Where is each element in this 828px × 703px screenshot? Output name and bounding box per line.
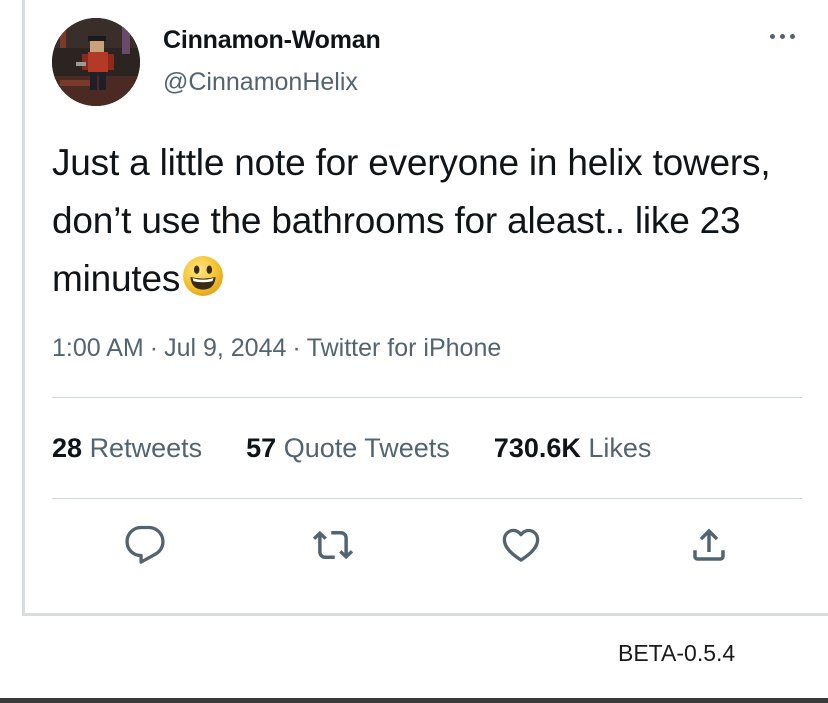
more-icon[interactable] [764,28,800,44]
tweet-meta: 1:00 AM · Jul 9, 2044 · Twitter for iPhone [52,334,501,363]
engagement-stats: 28 Retweets 57 Quote Tweets 730.6K Likes [52,433,695,464]
divider [52,397,802,398]
avatar[interactable] [52,18,140,106]
reply-icon [125,525,165,564]
retweet-icon [312,530,354,560]
action-bar [0,524,828,570]
like-button[interactable] [500,524,542,566]
separator: · [292,334,301,362]
likes-label: Likes [588,433,652,463]
divider [52,498,802,499]
grinning-face-emoji [183,256,224,296]
reply-button[interactable] [124,524,166,566]
quotes-count: 57 [246,433,277,463]
share-button[interactable] [688,524,730,566]
bottom-bar [0,698,828,703]
tweet-body: Just a little note for everyone in helix… [52,142,771,299]
version-label: BETA-0.5.4 [618,640,736,666]
retweet-button[interactable] [312,524,354,566]
quote-tweets-stat[interactable]: 57 Quote Tweets [246,433,450,464]
display-name[interactable]: Cinnamon-Woman [163,26,381,55]
retweets-stat[interactable]: 28 Retweets [52,433,202,464]
heart-icon [502,528,540,562]
retweets-label: Retweets [89,433,203,463]
avatar-image [52,18,140,106]
user-handle[interactable]: @CinnamonHelix [163,68,358,97]
likes-count: 730.6K [493,433,581,463]
likes-stat[interactable]: 730.6K Likes [494,433,652,464]
share-icon [693,528,725,561]
tweet-text: Just a little note for everyone in helix… [52,134,792,308]
tweet-date[interactable]: Jul 9, 2044 [164,334,286,362]
tweet-time[interactable]: 1:00 AM [52,334,144,362]
tweet-source[interactable]: Twitter for iPhone [307,334,502,362]
quotes-label: Quote Tweets [283,433,450,463]
retweets-count: 28 [52,433,83,463]
separator: · [149,334,159,362]
